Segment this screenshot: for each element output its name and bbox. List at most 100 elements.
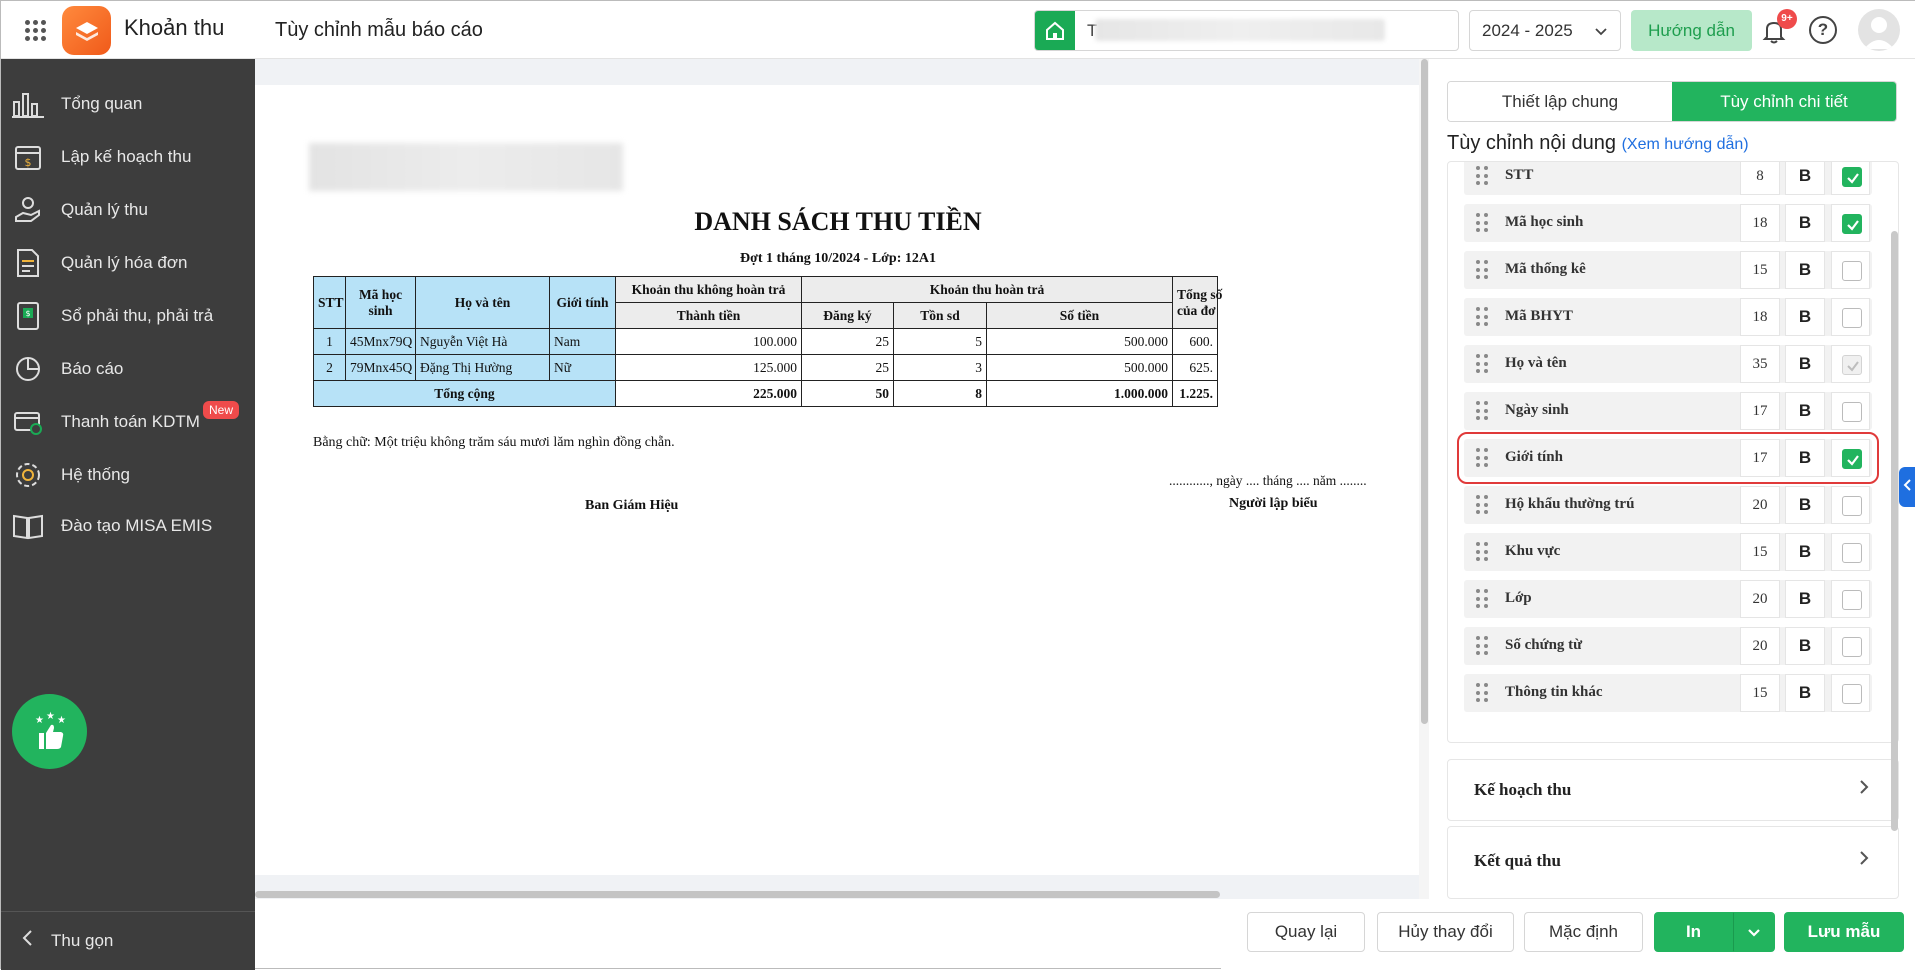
panel-scrollbar[interactable] (1891, 231, 1899, 831)
print-options-button[interactable] (1733, 912, 1775, 952)
bold-toggle[interactable]: B (1785, 439, 1825, 477)
field-width-input[interactable]: 15 (1740, 533, 1780, 571)
field-row[interactable]: Họ và tên 35 B (1464, 345, 1872, 383)
scrollbar-thumb[interactable] (1421, 59, 1428, 724)
bold-toggle[interactable]: B (1785, 162, 1825, 195)
sidebar-item-plan[interactable]: $ Lập kế hoạch thu (1, 132, 255, 182)
help-icon[interactable]: ? (1809, 16, 1837, 44)
school-year-select[interactable]: 2024 - 2025 (1469, 10, 1621, 51)
sidebar-item-training[interactable]: Đào tạo MISA EMIS (1, 501, 255, 551)
visibility-checkbox[interactable] (1842, 308, 1862, 328)
field-row[interactable]: Mã BHYT 18 B (1464, 298, 1872, 336)
visibility-checkbox[interactable] (1842, 543, 1862, 563)
drag-handle-icon[interactable] (1476, 213, 1488, 233)
visibility-checkbox[interactable] (1842, 590, 1862, 610)
school-selector[interactable]: T (1034, 10, 1459, 51)
apps-grid-icon[interactable] (23, 18, 47, 42)
field-width-input[interactable]: 18 (1740, 298, 1780, 336)
accordion-collection-result[interactable]: Kết quả thu (1447, 826, 1899, 899)
bold-toggle[interactable]: B (1785, 674, 1825, 712)
visibility-checkbox[interactable] (1842, 402, 1862, 422)
visibility-checkbox[interactable] (1842, 637, 1862, 657)
field-row[interactable]: Số chứng từ 20 B (1464, 627, 1872, 665)
field-row[interactable]: Khu vực 15 B (1464, 533, 1872, 571)
scrollbar-thumb[interactable] (1891, 231, 1898, 831)
guide-link[interactable]: (Xem hướng dẫn) (1622, 136, 1749, 153)
col-header-student-code[interactable]: Mã học sinh (345, 276, 416, 329)
field-row[interactable]: Hộ khẩu thường trú 20 B (1464, 486, 1872, 524)
visibility-checkbox[interactable] (1842, 684, 1862, 704)
visibility-checkbox[interactable] (1842, 496, 1862, 516)
guide-button[interactable]: Hướng dẫn (1631, 10, 1752, 51)
sidebar-item-cashless[interactable]: Thanh toán KDTM New (1, 397, 255, 447)
drag-handle-icon[interactable] (1476, 307, 1488, 327)
field-width-input[interactable]: 18 (1740, 204, 1780, 242)
accordion-collection-plan[interactable]: Kế hoạch thu (1447, 759, 1899, 821)
field-row[interactable]: Mã học sinh 18 B (1464, 204, 1872, 242)
field-width-input[interactable]: 17 (1740, 392, 1780, 430)
scrollbar-thumb[interactable] (255, 891, 1220, 898)
print-button[interactable]: In (1654, 912, 1733, 952)
field-row[interactable]: Ngày sinh 17 B (1464, 392, 1872, 430)
drag-handle-icon[interactable] (1476, 683, 1488, 703)
sidebar-item-ledger[interactable]: $ Sổ phải thu, phải trả (1, 291, 255, 341)
visibility-checkbox[interactable] (1842, 214, 1862, 234)
bold-toggle[interactable]: B (1785, 345, 1825, 383)
preview-horizontal-scrollbar[interactable] (255, 888, 1421, 898)
visibility-checkbox[interactable] (1842, 167, 1862, 187)
sidebar-item-reports[interactable]: Báo cáo (1, 344, 255, 394)
field-row[interactable]: Thông tin khác 15 B (1464, 674, 1872, 712)
field-width-input[interactable]: 20 (1740, 486, 1780, 524)
sidebar-item-collections[interactable]: Quản lý thu (1, 185, 255, 235)
tab-detail-settings[interactable]: Tùy chỉnh chi tiết (1672, 82, 1896, 121)
sidebar-item-system[interactable]: Hệ thống (1, 450, 255, 500)
bold-toggle[interactable]: B (1785, 486, 1825, 524)
collapse-button[interactable]: Thu gọn (1, 911, 255, 970)
drag-handle-icon[interactable] (1476, 495, 1488, 515)
visibility-checkbox[interactable] (1842, 449, 1862, 469)
visibility-checkbox[interactable] (1842, 261, 1862, 281)
field-row[interactable]: Mã thống kê 15 B (1464, 251, 1872, 289)
field-row[interactable]: Giới tính 17 B (1457, 432, 1879, 484)
drag-handle-icon[interactable] (1476, 636, 1488, 656)
field-row[interactable]: Lớp 20 B (1464, 580, 1872, 618)
field-width-input[interactable]: 35 (1740, 345, 1780, 383)
save-template-button[interactable]: Lưu mẫu (1784, 912, 1904, 952)
drag-handle-icon[interactable] (1476, 401, 1488, 421)
drag-handle-icon[interactable] (1476, 166, 1488, 186)
avatar[interactable] (1858, 9, 1900, 51)
tab-general-settings[interactable]: Thiết lập chung (1448, 82, 1672, 121)
field-width-input[interactable]: 8 (1740, 162, 1780, 195)
default-button[interactable]: Mặc định (1524, 912, 1643, 952)
bold-toggle[interactable]: B (1785, 204, 1825, 242)
field-width-input[interactable]: 20 (1740, 627, 1780, 665)
col-header-stt[interactable]: STT (313, 276, 346, 329)
bold-toggle[interactable]: B (1785, 392, 1825, 430)
sidebar-item-overview[interactable]: Tổng quan (1, 79, 255, 129)
home-icon[interactable] (1035, 11, 1075, 50)
feedback-button[interactable]: ★ ★ ★ (12, 694, 87, 769)
preview-vertical-scrollbar[interactable] (1419, 59, 1429, 899)
bold-toggle[interactable]: B (1785, 580, 1825, 618)
drag-handle-icon[interactable] (1476, 448, 1488, 468)
col-header-remaining: Tồn sd (893, 302, 987, 329)
sidebar-item-invoices[interactable]: Quản lý hóa đơn (1, 238, 255, 288)
drag-handle-icon[interactable] (1476, 542, 1488, 562)
field-width-input[interactable]: 20 (1740, 580, 1780, 618)
field-width-input[interactable]: 17 (1740, 439, 1780, 477)
bold-toggle[interactable]: B (1785, 298, 1825, 336)
back-button[interactable]: Quay lại (1247, 912, 1365, 952)
bold-toggle[interactable]: B (1785, 533, 1825, 571)
field-width-input[interactable]: 15 (1740, 251, 1780, 289)
drag-handle-icon[interactable] (1476, 589, 1488, 609)
discard-changes-button[interactable]: Hủy thay đổi (1377, 912, 1514, 952)
field-width-input[interactable]: 15 (1740, 674, 1780, 712)
panel-toggle-tab[interactable] (1899, 467, 1915, 507)
field-row[interactable]: STT 8 B (1464, 162, 1872, 195)
col-header-gender[interactable]: Giới tính (549, 276, 616, 329)
bold-toggle[interactable]: B (1785, 627, 1825, 665)
bold-toggle[interactable]: B (1785, 251, 1825, 289)
col-header-full-name[interactable]: Họ và tên (415, 276, 550, 329)
drag-handle-icon[interactable] (1476, 354, 1488, 374)
drag-handle-icon[interactable] (1476, 260, 1488, 280)
